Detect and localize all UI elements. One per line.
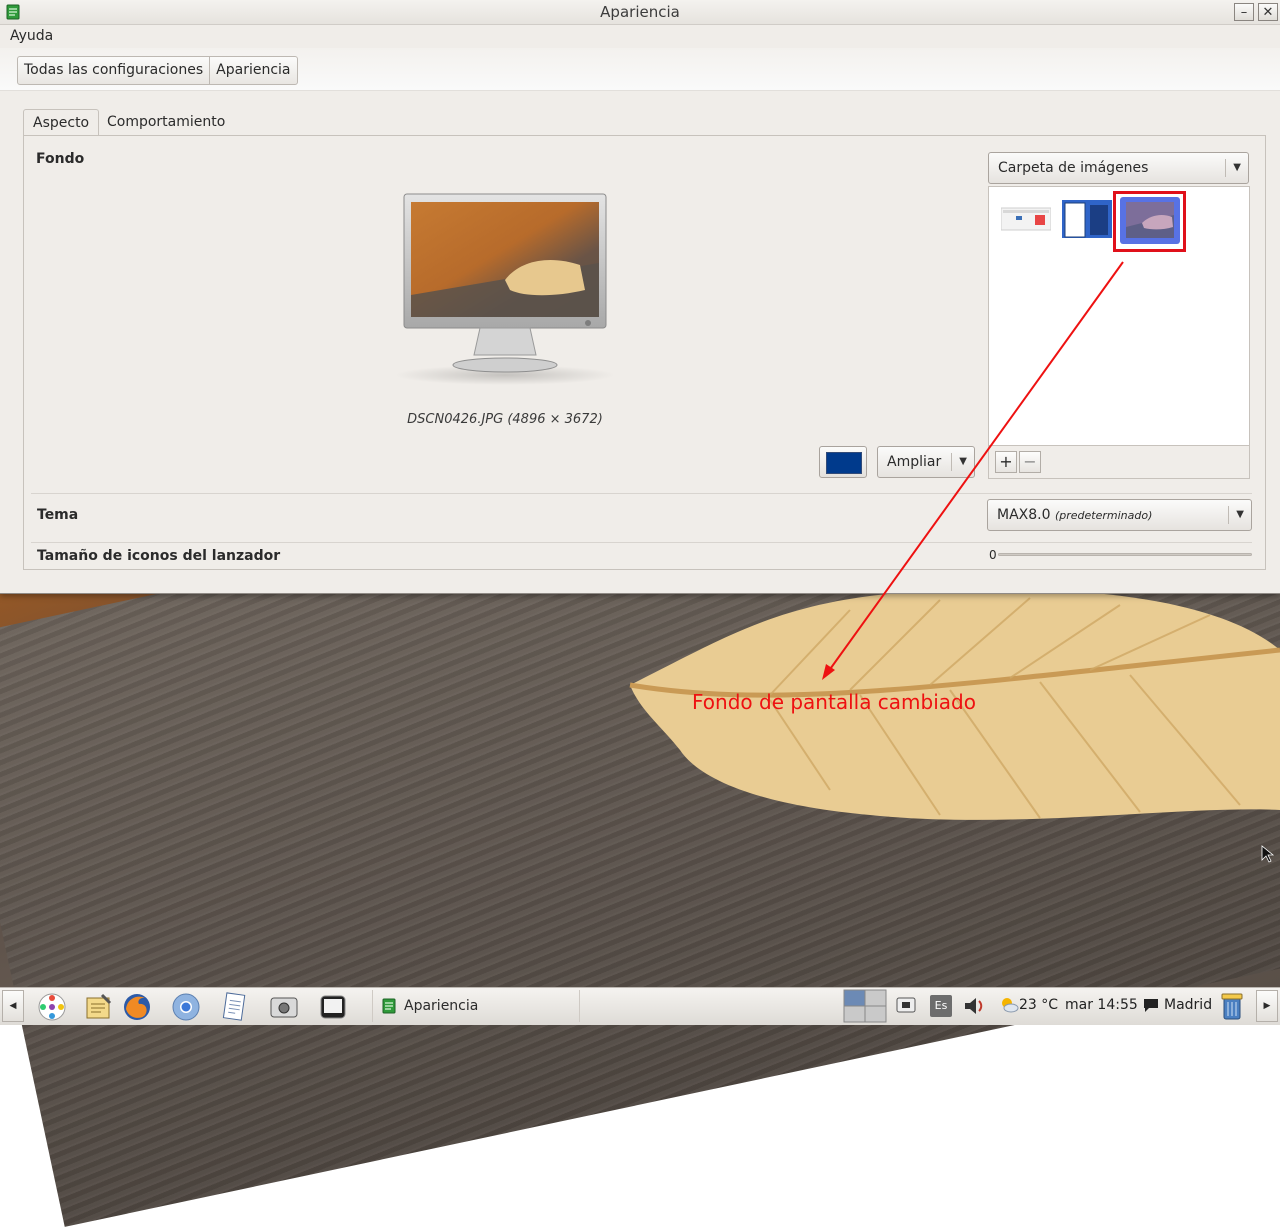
divider xyxy=(31,493,1252,494)
breadcrumb: Todas las configuraciones Apariencia xyxy=(17,56,298,85)
notes-icon[interactable] xyxy=(82,991,114,1023)
image-source-value: Carpeta de imágenes xyxy=(998,160,1149,176)
chat-icon[interactable] xyxy=(1143,998,1159,1013)
chevron-down-icon: ▼ xyxy=(1236,509,1244,520)
workspace-switcher[interactable] xyxy=(843,989,887,1023)
background-color-button[interactable] xyxy=(819,446,867,478)
theme-name: MAX8.0 xyxy=(997,507,1051,523)
task-appearance[interactable]: Apariencia xyxy=(372,990,580,1022)
weather-icon[interactable] xyxy=(999,995,1019,1015)
settings-app-icon xyxy=(382,998,396,1014)
menu-help[interactable]: Ayuda xyxy=(10,28,53,44)
background-color-swatch xyxy=(826,452,862,474)
text-editor-icon[interactable] xyxy=(218,991,250,1023)
wallpaper-thumbnail-3-selected[interactable] xyxy=(1120,197,1180,244)
combo-separator xyxy=(951,453,952,471)
minimize-button[interactable]: – xyxy=(1234,3,1254,21)
tab-behavior[interactable]: Comportamiento xyxy=(98,109,234,136)
task-appearance-label: Apariencia xyxy=(404,998,479,1014)
breadcrumb-appearance[interactable]: Apariencia xyxy=(209,57,296,84)
divider xyxy=(31,542,1252,543)
trash-icon[interactable] xyxy=(1219,991,1245,1021)
window-title: Apariencia xyxy=(600,3,680,21)
combo-separator xyxy=(1225,159,1226,177)
add-image-button[interactable]: + xyxy=(995,451,1017,473)
clock[interactable]: mar 14:55 xyxy=(1065,997,1138,1013)
tab-aspect[interactable]: Aspecto xyxy=(23,109,100,136)
toolbar: Todas las configuraciones Apariencia xyxy=(0,48,1280,91)
breadcrumb-all-settings[interactable]: Todas las configuraciones xyxy=(18,57,209,84)
chromium-icon[interactable] xyxy=(170,991,202,1023)
background-section-label: Fondo xyxy=(36,151,85,167)
appearance-window: Apariencia – ✕ Ayuda Todas las configura… xyxy=(0,0,1280,594)
chevron-down-icon: ▼ xyxy=(959,456,967,467)
monitor-preview xyxy=(395,193,615,385)
zoom-mode-value: Ampliar xyxy=(887,454,942,470)
wallpaper-filename: DSCN0426.JPG (4896 × 3672) xyxy=(407,412,603,427)
remove-image-button[interactable]: − xyxy=(1019,451,1041,473)
title-bar[interactable]: Apariencia – ✕ xyxy=(0,0,1280,25)
combo-separator xyxy=(1228,506,1229,524)
chevron-down-icon: ▼ xyxy=(1233,162,1241,173)
launcher-icon-size-slider[interactable] xyxy=(998,553,1252,556)
theme-section-label: Tema xyxy=(37,507,79,523)
image-list-toolbar: + − xyxy=(988,446,1250,479)
screenshot-icon[interactable] xyxy=(268,991,300,1023)
zoom-mode-combo[interactable]: Ampliar ▼ xyxy=(877,446,975,478)
launcher-icon-size-label: Tamaño de iconos del lanzador xyxy=(37,548,281,564)
taskbar-scroll-left[interactable]: ◀ xyxy=(2,990,24,1022)
firefox-icon[interactable] xyxy=(121,991,153,1023)
wallpaper-thumbnail-2[interactable] xyxy=(1062,200,1112,238)
theme-combo[interactable]: MAX8.0 (predeterminado) ▼ xyxy=(987,499,1252,531)
image-source-combo[interactable]: Carpeta de imágenes ▼ xyxy=(988,152,1249,184)
menu-icon[interactable] xyxy=(36,991,68,1023)
annotation-text: Fondo de pantalla cambiado xyxy=(692,690,976,714)
taskbar: ◀ Apariencia Es 23 °C mar 14:55 Madrid ▶ xyxy=(0,987,1280,1025)
taskbar-scroll-right[interactable]: ▶ xyxy=(1256,990,1278,1022)
theme-default-note: (predeterminado) xyxy=(1054,509,1153,522)
location-label: Madrid xyxy=(1164,997,1213,1013)
keyboard-layout-indicator[interactable]: Es xyxy=(930,995,952,1017)
close-button[interactable]: ✕ xyxy=(1258,3,1278,21)
terminal-icon[interactable] xyxy=(317,991,349,1023)
launcher-icon-size-value: 0 xyxy=(989,548,997,562)
wallpaper-thumbnail-1[interactable] xyxy=(1001,200,1051,238)
network-icon[interactable] xyxy=(895,995,917,1017)
weather-temperature: 23 °C xyxy=(1019,997,1059,1013)
volume-icon[interactable] xyxy=(962,995,986,1017)
menu-bar: Ayuda xyxy=(0,24,1280,48)
theme-value: MAX8.0 (predeterminado) xyxy=(997,500,1152,531)
